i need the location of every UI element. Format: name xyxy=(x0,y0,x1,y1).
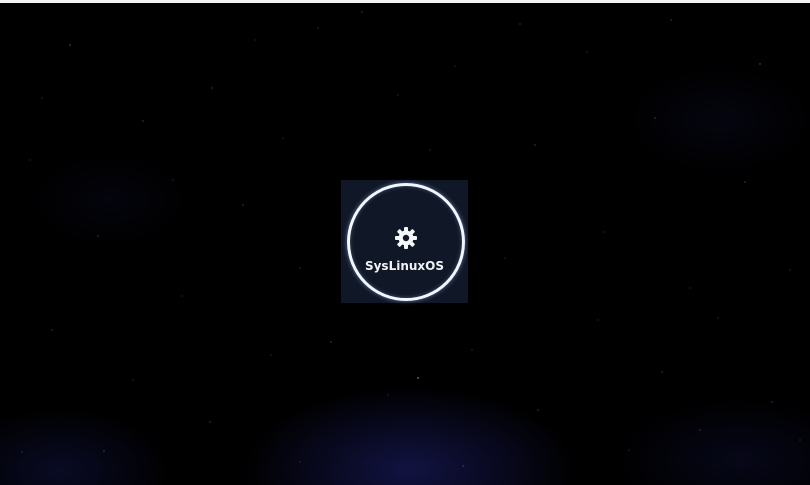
os-name-label: SysLinuxOS xyxy=(364,259,445,273)
gear-icon xyxy=(395,227,417,249)
boot-screen: SysLinuxOS xyxy=(0,0,810,485)
